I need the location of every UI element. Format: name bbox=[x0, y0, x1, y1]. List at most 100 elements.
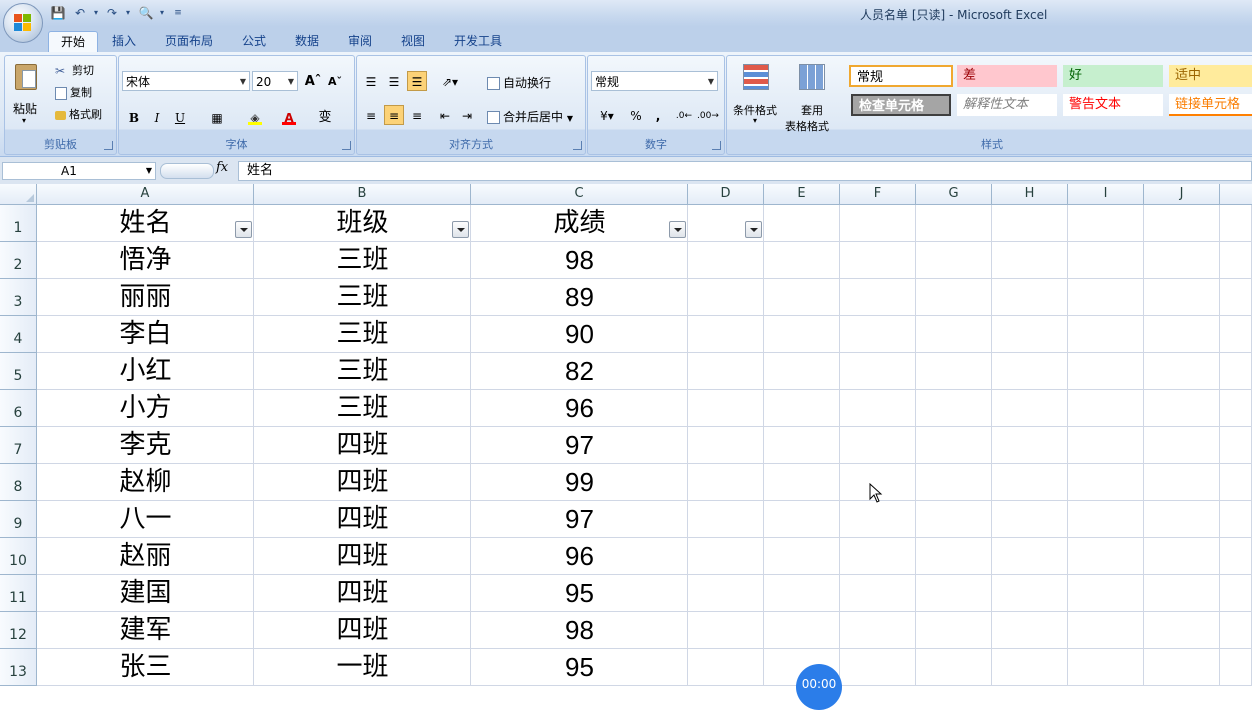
row-header[interactable]: 7 bbox=[0, 427, 37, 464]
preview-dropdown-icon[interactable]: ▾ bbox=[154, 5, 170, 21]
style-neutral[interactable]: 适中 bbox=[1169, 65, 1252, 87]
cell[interactable] bbox=[1068, 612, 1144, 649]
decrease-decimal-icon[interactable]: .00→ bbox=[696, 105, 719, 125]
clipboard-dialog-launcher[interactable] bbox=[104, 141, 113, 150]
cell[interactable] bbox=[1220, 538, 1252, 575]
cell[interactable] bbox=[1220, 464, 1252, 501]
row-header[interactable]: 3 bbox=[0, 279, 37, 316]
style-warning[interactable]: 警告文本 bbox=[1063, 94, 1163, 116]
cell[interactable] bbox=[1220, 649, 1252, 686]
cell[interactable] bbox=[916, 612, 992, 649]
cell[interactable] bbox=[688, 242, 764, 279]
align-top-icon[interactable]: ☰ bbox=[361, 71, 381, 91]
cell[interactable] bbox=[1144, 242, 1220, 279]
cell[interactable] bbox=[992, 612, 1068, 649]
cell[interactable] bbox=[840, 538, 916, 575]
format-painter-button[interactable]: 格式刷 bbox=[55, 106, 102, 122]
filter-dropdown-button[interactable] bbox=[745, 221, 762, 238]
phonetic-guide-button[interactable]: 变 bbox=[315, 107, 335, 127]
align-center-icon[interactable]: ≡ bbox=[384, 105, 404, 125]
cell[interactable] bbox=[1068, 501, 1144, 538]
cell[interactable] bbox=[916, 205, 992, 242]
cell[interactable] bbox=[1144, 427, 1220, 464]
cell[interactable] bbox=[992, 501, 1068, 538]
cell[interactable] bbox=[1144, 390, 1220, 427]
formula-input[interactable]: 姓名 bbox=[238, 161, 1252, 181]
cell[interactable] bbox=[1068, 279, 1144, 316]
cell[interactable] bbox=[1068, 316, 1144, 353]
cell[interactable] bbox=[992, 279, 1068, 316]
cell[interactable] bbox=[764, 279, 840, 316]
cell[interactable] bbox=[1144, 649, 1220, 686]
cell[interactable] bbox=[1068, 538, 1144, 575]
cell[interactable] bbox=[688, 279, 764, 316]
cell[interactable] bbox=[992, 649, 1068, 686]
italic-button[interactable]: I bbox=[147, 107, 167, 127]
cut-button[interactable]: ✂ 剪切 bbox=[55, 62, 94, 78]
tab-formulas[interactable]: 公式 bbox=[230, 31, 278, 52]
cell[interactable] bbox=[992, 390, 1068, 427]
cell[interactable] bbox=[764, 575, 840, 612]
row-header[interactable]: 1 bbox=[0, 205, 37, 242]
align-middle-icon[interactable]: ☰ bbox=[384, 71, 404, 91]
row-header[interactable]: 11 bbox=[0, 575, 37, 612]
cell[interactable] bbox=[1068, 427, 1144, 464]
borders-icon[interactable]: ▦ bbox=[207, 107, 227, 127]
row-header[interactable]: 12 bbox=[0, 612, 37, 649]
column-header[interactable]: G bbox=[916, 184, 992, 204]
cell[interactable] bbox=[1144, 353, 1220, 390]
cell[interactable] bbox=[1068, 464, 1144, 501]
cell[interactable] bbox=[840, 649, 916, 686]
cell[interactable] bbox=[992, 353, 1068, 390]
conditional-formatting-button[interactable]: 条件格式 ▾ bbox=[731, 60, 783, 128]
percent-button[interactable]: % bbox=[626, 105, 646, 125]
number-dialog-launcher[interactable] bbox=[712, 141, 721, 150]
cell[interactable] bbox=[840, 575, 916, 612]
cell[interactable] bbox=[764, 205, 840, 242]
cell[interactable] bbox=[1220, 353, 1252, 390]
cell[interactable] bbox=[992, 205, 1068, 242]
select-all-corner[interactable] bbox=[0, 184, 37, 204]
tab-page-layout[interactable]: 页面布局 bbox=[153, 31, 225, 52]
tab-view[interactable]: 视图 bbox=[389, 31, 437, 52]
cell[interactable] bbox=[916, 279, 992, 316]
cell[interactable] bbox=[840, 316, 916, 353]
column-header[interactable]: D bbox=[688, 184, 764, 204]
row-header[interactable]: 9 bbox=[0, 501, 37, 538]
cell[interactable] bbox=[764, 464, 840, 501]
decrease-indent-icon[interactable]: ⇤ bbox=[435, 105, 455, 125]
column-header[interactable]: I bbox=[1068, 184, 1144, 204]
cell[interactable] bbox=[916, 538, 992, 575]
redo-icon[interactable]: ↷ bbox=[104, 5, 120, 21]
row-header[interactable]: 2 bbox=[0, 242, 37, 279]
cell[interactable] bbox=[1068, 390, 1144, 427]
tab-home[interactable]: 开始 bbox=[48, 31, 99, 53]
filter-dropdown-button[interactable] bbox=[235, 221, 252, 238]
cell[interactable] bbox=[916, 649, 992, 686]
style-check-cell[interactable]: 检查单元格 bbox=[851, 94, 951, 116]
cell[interactable] bbox=[992, 538, 1068, 575]
filter-dropdown-button[interactable] bbox=[452, 221, 469, 238]
column-header[interactable]: F bbox=[840, 184, 916, 204]
cell[interactable] bbox=[1220, 501, 1252, 538]
cell[interactable] bbox=[840, 205, 916, 242]
office-button[interactable] bbox=[3, 3, 43, 43]
undo-dropdown-icon[interactable]: ▾ bbox=[88, 5, 104, 21]
style-bad[interactable]: 差 bbox=[957, 65, 1057, 87]
cell[interactable] bbox=[764, 612, 840, 649]
row-header[interactable]: 8 bbox=[0, 464, 37, 501]
style-explanatory[interactable]: 解释性文本 bbox=[957, 94, 1057, 116]
row-header[interactable]: 4 bbox=[0, 316, 37, 353]
cell[interactable] bbox=[916, 353, 992, 390]
font-color-button[interactable]: A bbox=[279, 107, 299, 127]
cell[interactable] bbox=[1144, 501, 1220, 538]
column-header[interactable]: B bbox=[254, 184, 471, 204]
cell[interactable] bbox=[840, 612, 916, 649]
cell[interactable] bbox=[1220, 575, 1252, 612]
cell[interactable] bbox=[840, 427, 916, 464]
cell[interactable] bbox=[1068, 353, 1144, 390]
row-header[interactable]: 5 bbox=[0, 353, 37, 390]
cell[interactable] bbox=[916, 242, 992, 279]
cell[interactable] bbox=[764, 501, 840, 538]
currency-icon[interactable]: ¥▾ bbox=[592, 105, 622, 125]
